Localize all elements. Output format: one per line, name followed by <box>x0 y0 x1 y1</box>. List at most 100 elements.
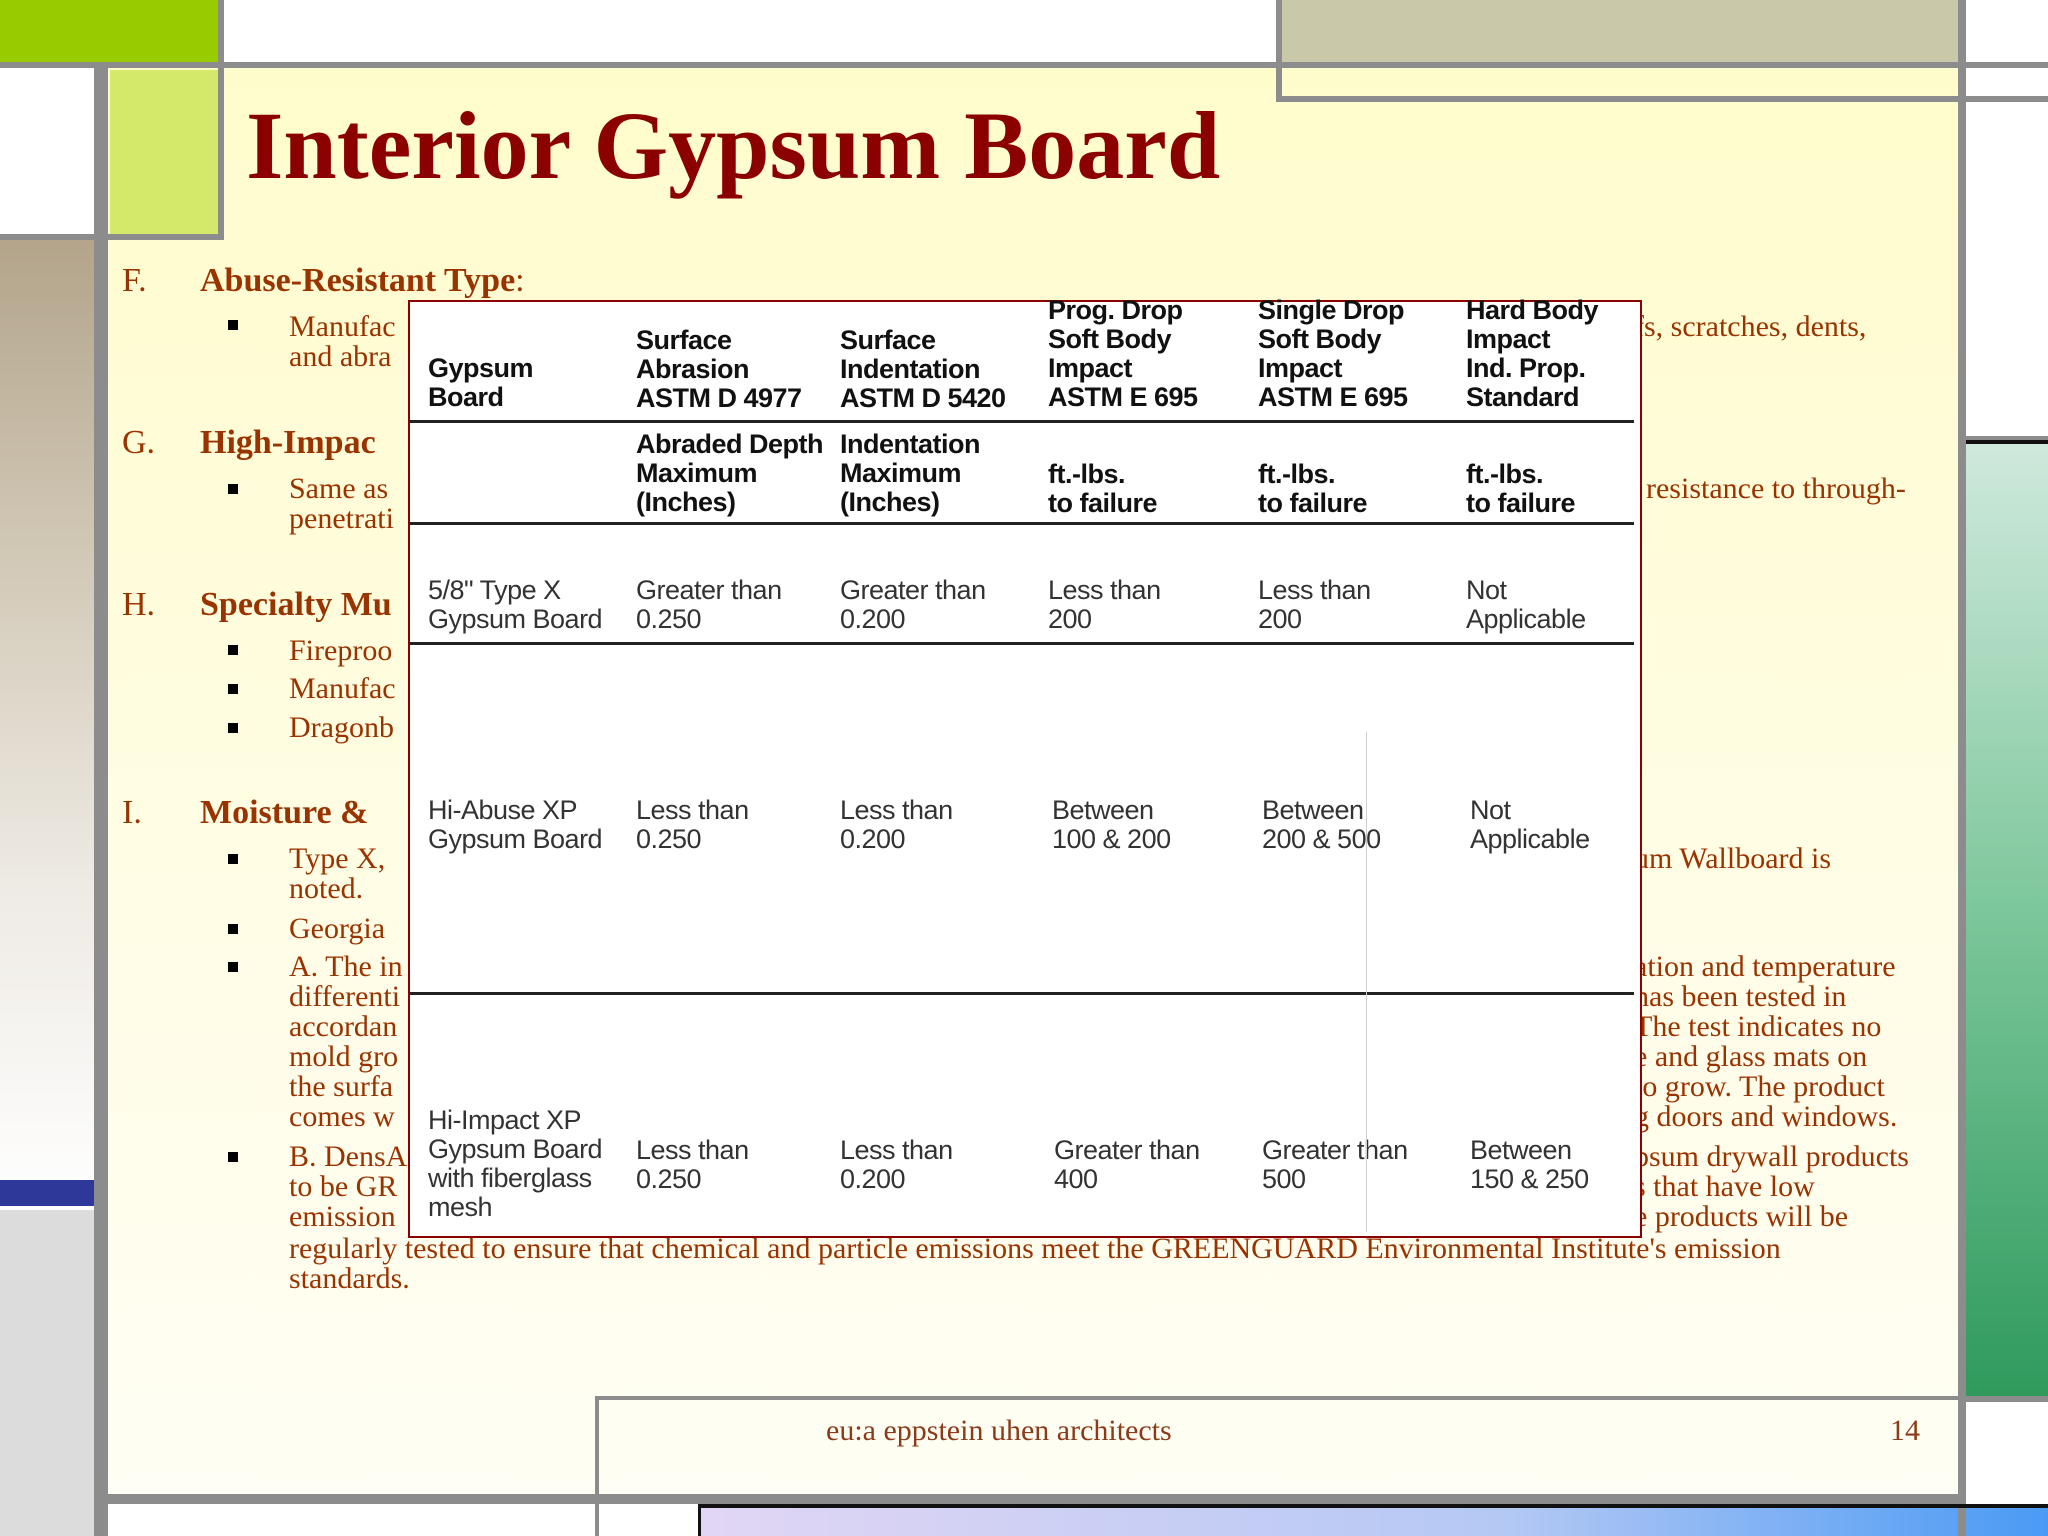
text-line: Type X, <box>289 842 386 875</box>
table-cell: Less than 0.200 <box>840 1135 953 1194</box>
gypsum-comparison-table: Gypsum Board Surface Abrasion ASTM D 497… <box>408 296 1642 1238</box>
section-title: Specialty Mu <box>200 586 392 623</box>
table-cell: Less than 0.200 <box>840 795 953 854</box>
text-line: Georgia <box>289 912 386 945</box>
text-line: fs, scratches, dents, <box>1634 310 1867 343</box>
frame-line <box>1966 440 2048 444</box>
text-line: Fireproo <box>289 634 393 667</box>
text-line: emission <box>289 1200 396 1233</box>
frame-line <box>0 234 224 240</box>
table-header-cell: Surface Abrasion ASTM D 4977 <box>636 325 802 413</box>
table-rule <box>410 992 1634 995</box>
text-line: ation and temperature <box>1634 950 1896 983</box>
bullet-marker <box>228 320 238 330</box>
bullet-marker <box>228 484 238 494</box>
text-line: and abra <box>289 340 392 373</box>
table-header-cell: Single Drop Soft Body Impact ASTM E 695 <box>1258 295 1408 412</box>
frame-line <box>0 62 2048 68</box>
text-line: Same as <box>289 472 389 505</box>
footer-text: eu:a eppstein uhen architects <box>826 1414 1172 1447</box>
table-cell: Greater than 0.200 <box>840 575 986 634</box>
table-header-cell: ft.-lbs. to failure <box>1258 459 1368 518</box>
table-header-cell: Gypsum Board <box>428 353 534 412</box>
text-line: accordan <box>289 1010 398 1043</box>
table-cell: Less than 0.250 <box>636 795 749 854</box>
table-cell: Between 100 & 200 <box>1052 795 1171 854</box>
section-letter: H. <box>122 586 156 623</box>
frame-line <box>218 0 224 240</box>
table-cell: Less than 0.250 <box>636 1135 749 1194</box>
table-header-cell: Indentation Maximum (Inches) <box>840 429 980 517</box>
text-line: g doors and windows. <box>1634 1100 1898 1133</box>
text-line: noted. <box>289 872 364 905</box>
table-rule <box>410 642 1634 645</box>
text-line: differenti <box>289 980 401 1013</box>
frame-line <box>700 1504 2048 1508</box>
table-cell: 5/8" Type X Gypsum Board <box>428 575 603 634</box>
table-cell: Between 150 & 250 <box>1470 1135 1589 1194</box>
text-line: Manufac <box>289 310 396 343</box>
frame-line <box>698 1504 701 1536</box>
table-header-cell: ft.-lbs. to failure <box>1466 459 1576 518</box>
text-line: um Wallboard is <box>1634 842 1832 875</box>
frame-line <box>595 1396 599 1536</box>
table-cell: Less than 200 <box>1048 575 1161 634</box>
frame-line <box>1964 1396 2048 1402</box>
green-corner-block <box>0 0 220 66</box>
table-cell: Greater than 0.250 <box>636 575 782 634</box>
text-line: Dragonb <box>289 711 394 744</box>
bullet-marker <box>228 723 238 733</box>
table-cell: Not Applicable <box>1466 575 1586 634</box>
text-line: Manufac <box>289 672 396 705</box>
frame-line <box>1276 0 1282 100</box>
section-letter: I. <box>122 794 142 831</box>
text-line: comes w <box>289 1100 395 1133</box>
table-cell: Less than 200 <box>1258 575 1371 634</box>
frame-line <box>94 1494 1964 1504</box>
section-title: High-Impac <box>200 424 376 461</box>
lime-square-block <box>110 70 220 238</box>
right-green-bar <box>1964 444 2048 1396</box>
text-line: e and glass mats on <box>1634 1040 1868 1073</box>
bullet-marker <box>228 924 238 934</box>
text-line: the surfa <box>289 1070 394 1103</box>
left-blue-accent <box>0 1180 94 1206</box>
frame-line <box>1958 0 1966 1536</box>
table-header-cell: Prog. Drop Soft Body Impact ASTM E 695 <box>1048 295 1198 412</box>
table-cell: Not Applicable <box>1470 795 1590 854</box>
section-letter: F. <box>122 262 147 299</box>
bullet-marker <box>228 854 238 864</box>
text-line: psum drywall products <box>1634 1140 1909 1173</box>
section-title: Moisture & <box>200 794 369 831</box>
text-line: penetrati <box>289 502 394 535</box>
text-line: standards. <box>289 1262 410 1295</box>
text-line: to grow. The product <box>1634 1070 1885 1103</box>
section-title: Abuse-Resistant Type: <box>200 262 525 299</box>
text-line: A. The in <box>289 950 403 983</box>
page-title: Interior Gypsum Board <box>246 92 1221 199</box>
text-line: e products will be <box>1634 1200 1849 1233</box>
text-line: resistance to through- <box>1646 472 1906 505</box>
table-header-cell: Hard Body Impact Ind. Prop. Standard <box>1466 295 1599 412</box>
table-rule <box>410 420 1634 423</box>
bullet-marker <box>228 962 238 972</box>
text-line: B. DensA <box>289 1140 408 1173</box>
bullet-marker <box>228 1152 238 1162</box>
table-header-cell: ft.-lbs. to failure <box>1048 459 1158 518</box>
page-number: 14 <box>1890 1414 1920 1447</box>
text-line: has been tested in <box>1634 980 1847 1013</box>
khaki-top-block <box>1280 0 1958 66</box>
scan-crease <box>1366 732 1367 1232</box>
frame-line <box>94 62 108 1536</box>
table-cell: Hi-Abuse XP Gypsum Board <box>428 795 603 854</box>
section-letter: G. <box>122 424 156 461</box>
text-line: s that have low <box>1634 1170 1815 1203</box>
frame-line <box>1276 96 2048 102</box>
table-header-cell: Surface Indentation ASTM D 5420 <box>840 325 1006 413</box>
text-line: to be GR <box>289 1170 398 1203</box>
table-cell: Greater than 400 <box>1054 1135 1200 1194</box>
table-cell: Hi-Impact XP Gypsum Board with fiberglas… <box>428 1105 603 1222</box>
bottom-gradient-bar <box>700 1508 2048 1536</box>
table-cell: Greater than 500 <box>1262 1135 1408 1194</box>
left-grey-block <box>0 1210 94 1536</box>
